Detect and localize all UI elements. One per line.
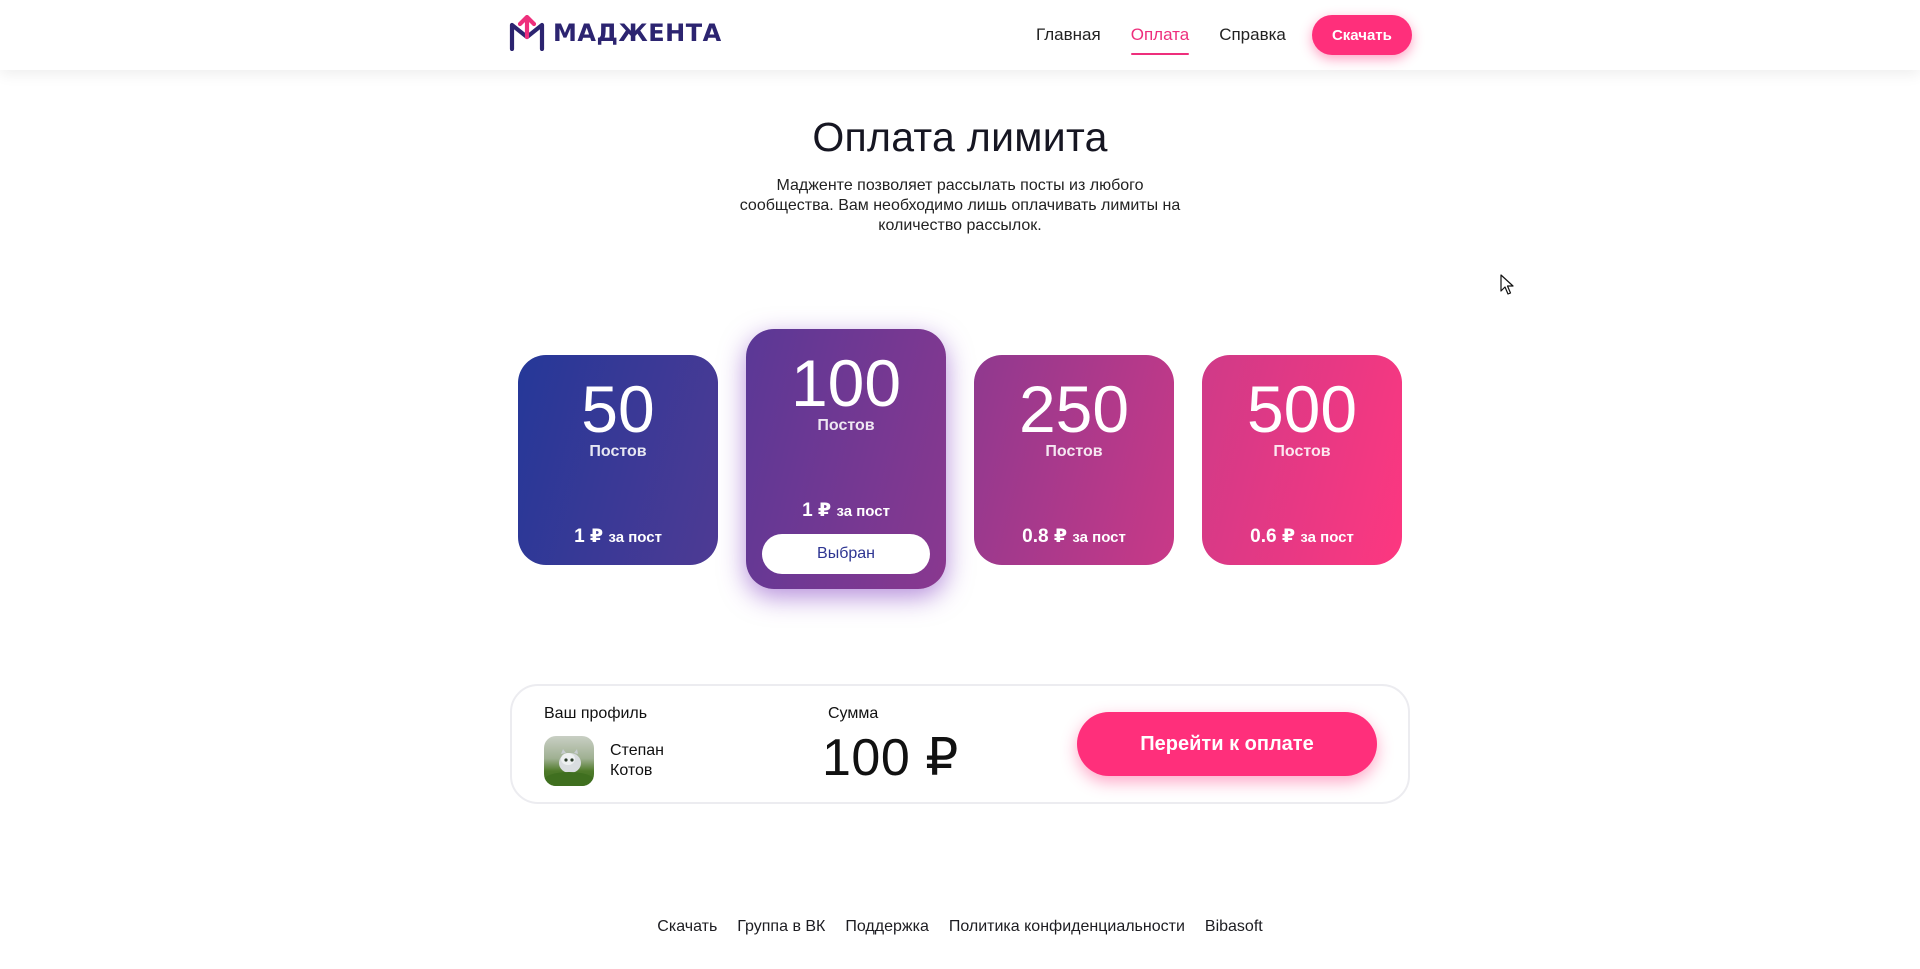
profile-name: Степан Котов [610, 742, 664, 779]
magenta-logo-icon [509, 15, 545, 51]
sum-label: Сумма [828, 705, 879, 722]
plan-count: 100 [790, 346, 902, 420]
page-description: Мадженте позволяет рассылать посты из лю… [739, 177, 1181, 234]
payment-panel: Ваш профиль Степан Котов Сумма 100 ₽ Пер… [510, 684, 1410, 804]
nav-home[interactable]: Главная [1036, 0, 1101, 70]
footer-link-bibasoft[interactable]: Bibasoft [1205, 918, 1263, 936]
plan-price: 0.6 ₽ за пост [1202, 525, 1402, 548]
sum-value: 100 ₽ [822, 729, 959, 787]
plan-unit: Постов [1045, 443, 1103, 460]
plan-count: 50 [581, 372, 655, 446]
avatar [544, 736, 594, 786]
plan-card-50[interactable]: 50 Постов 1 ₽ за пост [518, 355, 718, 565]
profile-label: Ваш профиль [544, 705, 648, 722]
plan-card-100[interactable]: 100 Постов 1 ₽ за пост Выбран [746, 329, 946, 589]
footer-link-support[interactable]: Поддержка [845, 918, 928, 936]
nav-payment[interactable]: Оплата [1130, 0, 1190, 70]
footer-link-privacy[interactable]: Политика конфиденциальности [949, 918, 1185, 936]
nav-help[interactable]: Справка [1219, 0, 1286, 70]
header-download-button[interactable]: Скачать [1311, 15, 1412, 55]
page-title: Оплата лимита [812, 114, 1108, 160]
plan-count: 500 [1246, 372, 1358, 446]
site-footer: Скачать Группа в ВК Поддержка Политика к… [0, 918, 1920, 936]
plan-selected-button[interactable]: Выбран [762, 534, 930, 574]
logo[interactable]: МАДЖЕНТА [509, 15, 722, 51]
plan-price-value: 0.6 ₽ [1250, 526, 1296, 547]
plan-unit: Постов [589, 443, 647, 460]
plan-price-value: 0.8 ₽ [1022, 526, 1068, 547]
plan-unit: Постов [817, 417, 875, 434]
plan-price-per: за пост [836, 503, 890, 520]
mouse-pointer-icon [1500, 274, 1514, 295]
avatar-image [544, 749, 594, 786]
footer-link-download[interactable]: Скачать [657, 918, 717, 936]
plan-unit: Постов [1273, 443, 1331, 460]
site-header: МАДЖЕНТА Главная Оплата Справка Скачать [0, 0, 1920, 70]
go-to-payment-button[interactable]: Перейти к оплате [1077, 712, 1377, 776]
plan-price-per: за пост [1300, 529, 1354, 546]
plan-price-value: 1 ₽ [574, 526, 604, 547]
plan-price-value: 1 ₽ [802, 500, 832, 521]
plan-price-per: за пост [608, 529, 662, 546]
footer-link-vk-group[interactable]: Группа в ВК [737, 918, 825, 936]
plan-count: 250 [1018, 372, 1130, 446]
plan-price: 1 ₽ за пост [746, 499, 946, 522]
plan-card-250[interactable]: 250 Постов 0.8 ₽ за пост [974, 355, 1174, 565]
plan-price-per: за пост [1072, 529, 1126, 546]
plan-card-500[interactable]: 500 Постов 0.6 ₽ за пост [1202, 355, 1402, 565]
plan-price: 0.8 ₽ за пост [974, 525, 1174, 548]
logo-text: МАДЖЕНТА [553, 19, 722, 47]
main-nav: Главная Оплата Справка Скачать [1036, 0, 1412, 70]
plan-price: 1 ₽ за пост [518, 525, 718, 548]
